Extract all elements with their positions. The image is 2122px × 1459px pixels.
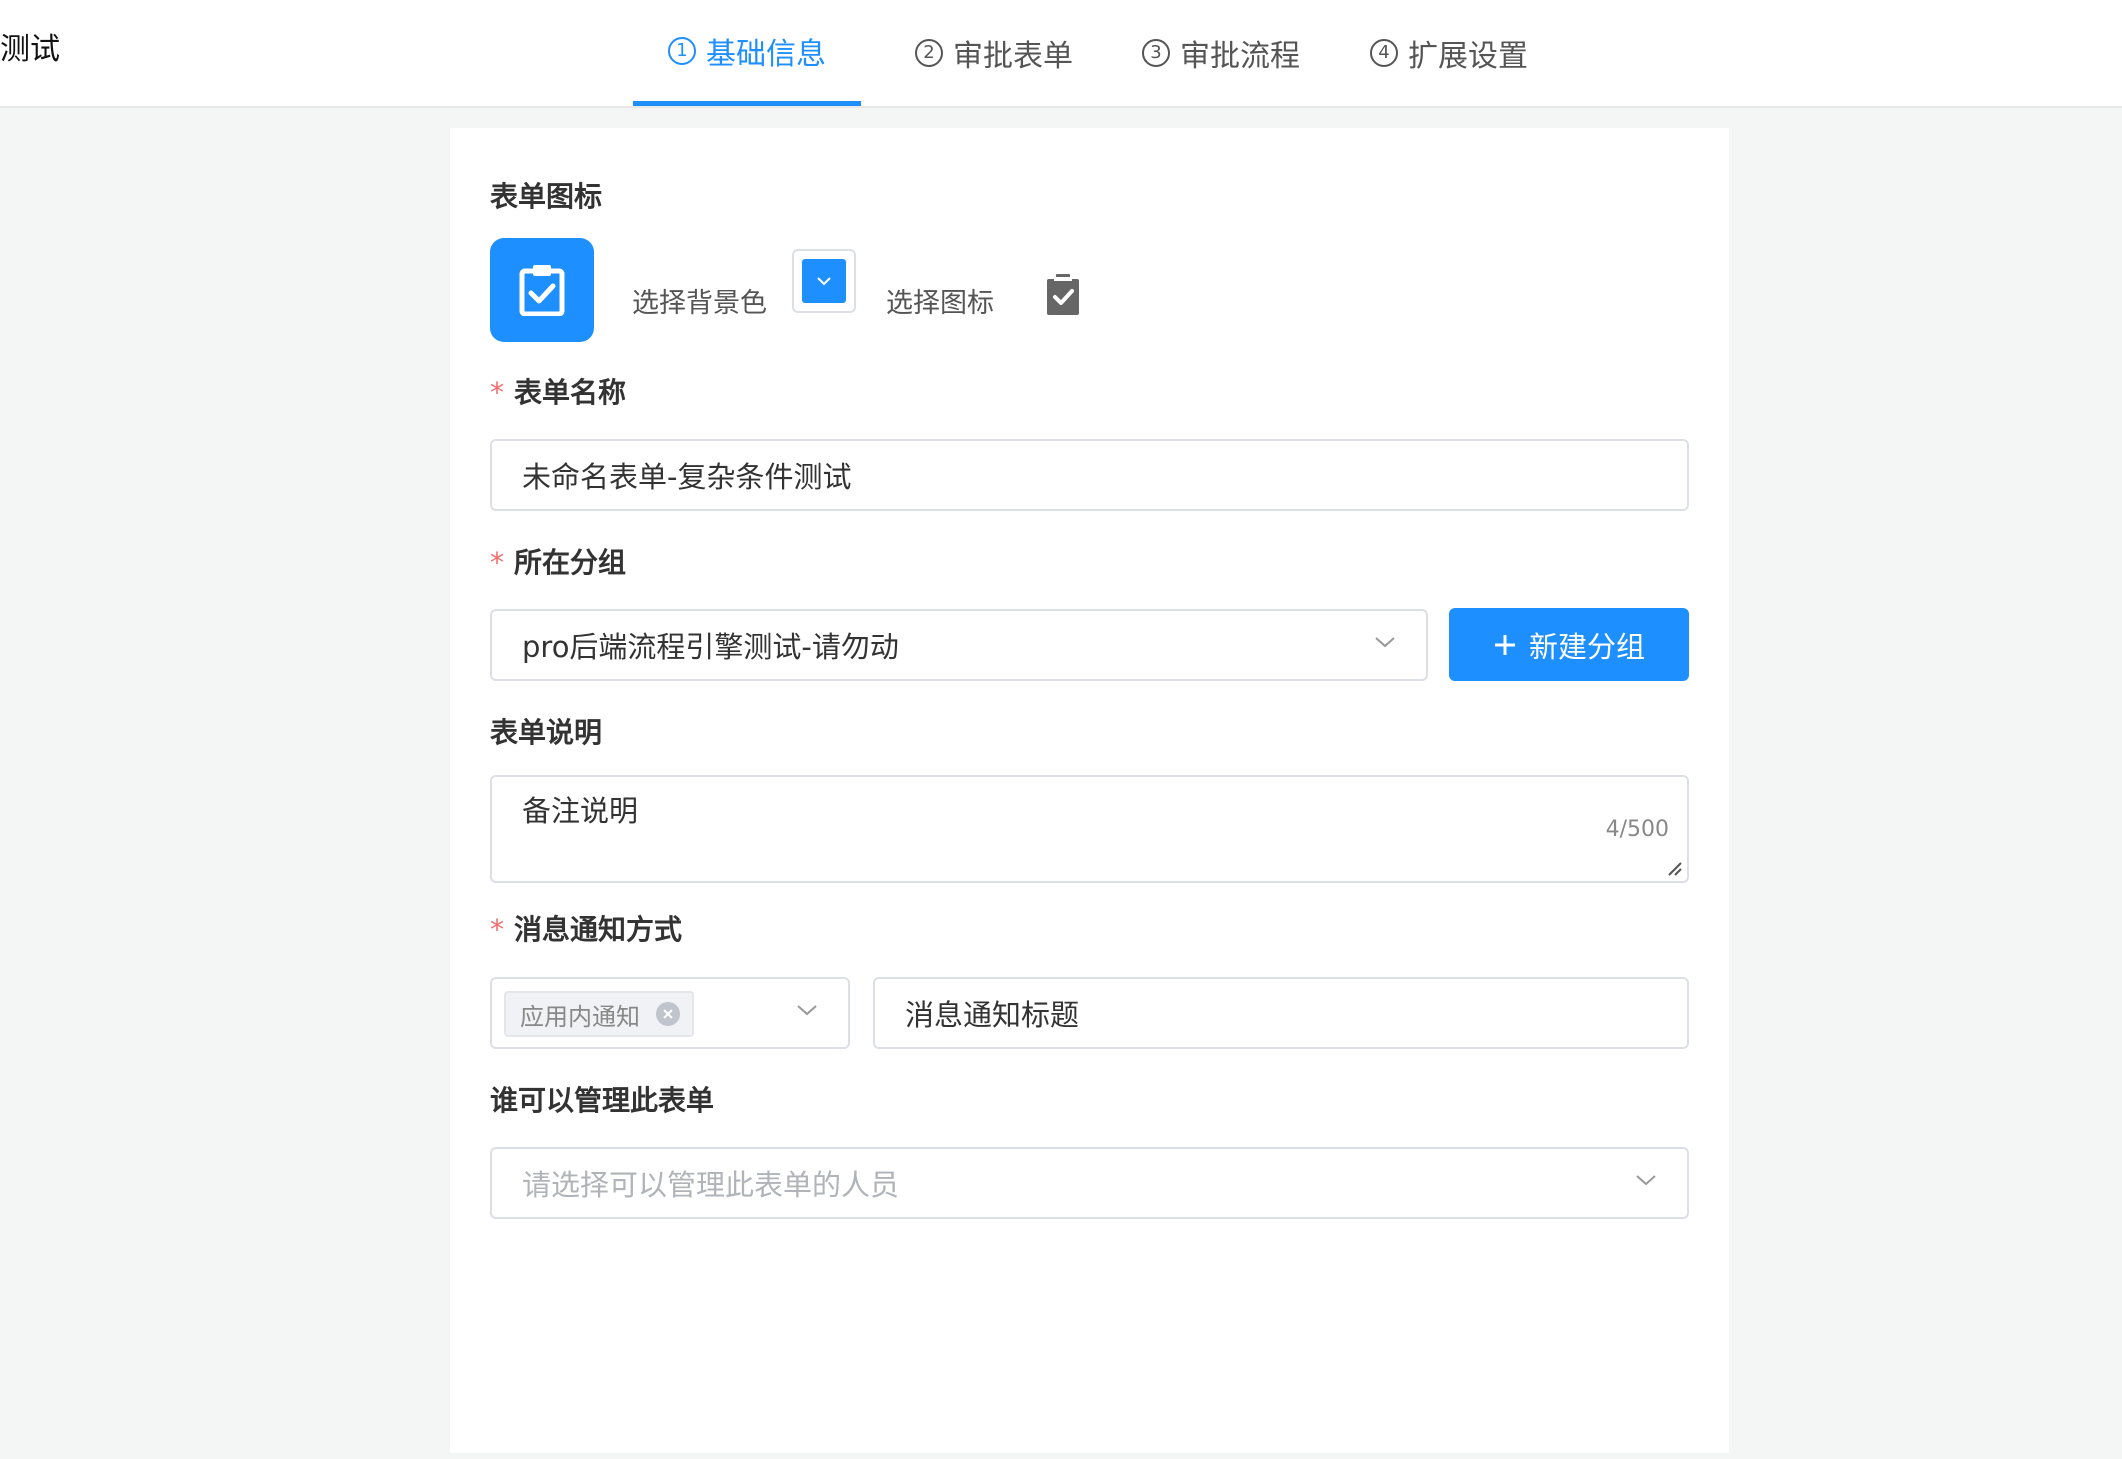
managers-placeholder: 请选择可以管理此表单的人员 <box>522 1168 900 1202</box>
notify-title-value: 消息通知标题 <box>905 998 1080 1032</box>
tab-approval-flow[interactable]: 3 审批流程 <box>1107 0 1335 106</box>
group-value: pro后端流程引擎测试-请勿动 <box>522 630 899 664</box>
char-counter: 4/500 <box>1605 817 1669 842</box>
clipboard-check-icon <box>1047 274 1079 315</box>
tab-label: 扩展设置 <box>1408 39 1528 74</box>
plus-icon <box>1494 634 1515 655</box>
close-icon <box>663 1009 673 1019</box>
notify-label-text: 消息通知方式 <box>514 913 683 946</box>
required-mark: * <box>490 913 504 946</box>
group-label-text: 所在分组 <box>514 546 627 579</box>
chevron-down-icon <box>1375 637 1395 648</box>
tab-label: 基础信息 <box>706 36 826 72</box>
tab-label: 审批流程 <box>1180 39 1300 74</box>
form-name-value: 未命名表单-复杂条件测试 <box>522 460 852 494</box>
tab-extension-settings[interactable]: 4 扩展设置 <box>1335 0 1563 106</box>
tab-number: 3 <box>1142 39 1170 67</box>
notify-method-select[interactable]: 应用内通知 <box>490 977 850 1049</box>
new-group-button[interactable]: 新建分组 <box>1449 608 1689 681</box>
group-label: * 所在分组 <box>490 543 626 583</box>
group-select[interactable]: pro后端流程引擎测试-请勿动 <box>490 609 1428 681</box>
form-name-input[interactable]: 未命名表单-复杂条件测试 <box>490 439 1689 511</box>
description-label: 表单说明 <box>490 716 603 749</box>
resize-handle-icon[interactable] <box>1667 861 1683 877</box>
tag-label: 应用内通知 <box>520 1002 640 1031</box>
new-group-label: 新建分组 <box>1528 629 1645 664</box>
tab-number: 2 <box>915 39 943 67</box>
chevron-down-icon <box>1636 1175 1656 1186</box>
tab-approval-form[interactable]: 2 审批表单 <box>880 0 1108 106</box>
chevron-down-icon <box>797 1005 817 1016</box>
description-textarea[interactable]: 备注说明 4/500 <box>490 775 1689 883</box>
tab-number: 4 <box>1370 39 1398 67</box>
required-mark: * <box>490 546 504 579</box>
clipboard-check-icon <box>519 265 565 316</box>
tag-remove-button[interactable] <box>656 1002 680 1026</box>
managers-select[interactable]: 请选择可以管理此表单的人员 <box>490 1147 1689 1219</box>
required-mark: * <box>490 376 504 409</box>
app-title: 测试 <box>0 32 60 67</box>
color-swatch <box>802 259 846 303</box>
notify-title-input[interactable]: 消息通知标题 <box>873 977 1689 1049</box>
top-bar: 测试 1 基础信息 2 审批表单 3 审批流程 4 扩展设置 <box>0 0 2122 108</box>
choose-bg-color-label: 选择背景色 <box>632 288 767 319</box>
managers-label: 谁可以管理此表单 <box>490 1084 715 1117</box>
form-name-label: * 表单名称 <box>490 373 626 413</box>
tab-basic-info[interactable]: 1 基础信息 <box>633 0 861 106</box>
tab-number: 1 <box>668 36 696 65</box>
chevron-down-icon <box>817 277 831 286</box>
notify-label: * 消息通知方式 <box>490 910 682 950</box>
form-name-label-text: 表单名称 <box>514 376 627 409</box>
choose-icon-label: 选择图标 <box>886 288 994 319</box>
tab-label: 审批表单 <box>953 39 1073 74</box>
form-icon-preview <box>490 238 594 342</box>
form-card: 表单图标 选择背景色 选择图标 * 表单名称 未命名表单-复杂条件测试 * 所在… <box>450 128 1729 1453</box>
bg-color-picker[interactable] <box>792 249 856 313</box>
notify-method-tag: 应用内通知 <box>504 991 694 1037</box>
icon-picker[interactable] <box>1046 274 1080 316</box>
form-icon-label: 表单图标 <box>490 180 603 213</box>
description-value: 备注说明 <box>522 794 639 828</box>
